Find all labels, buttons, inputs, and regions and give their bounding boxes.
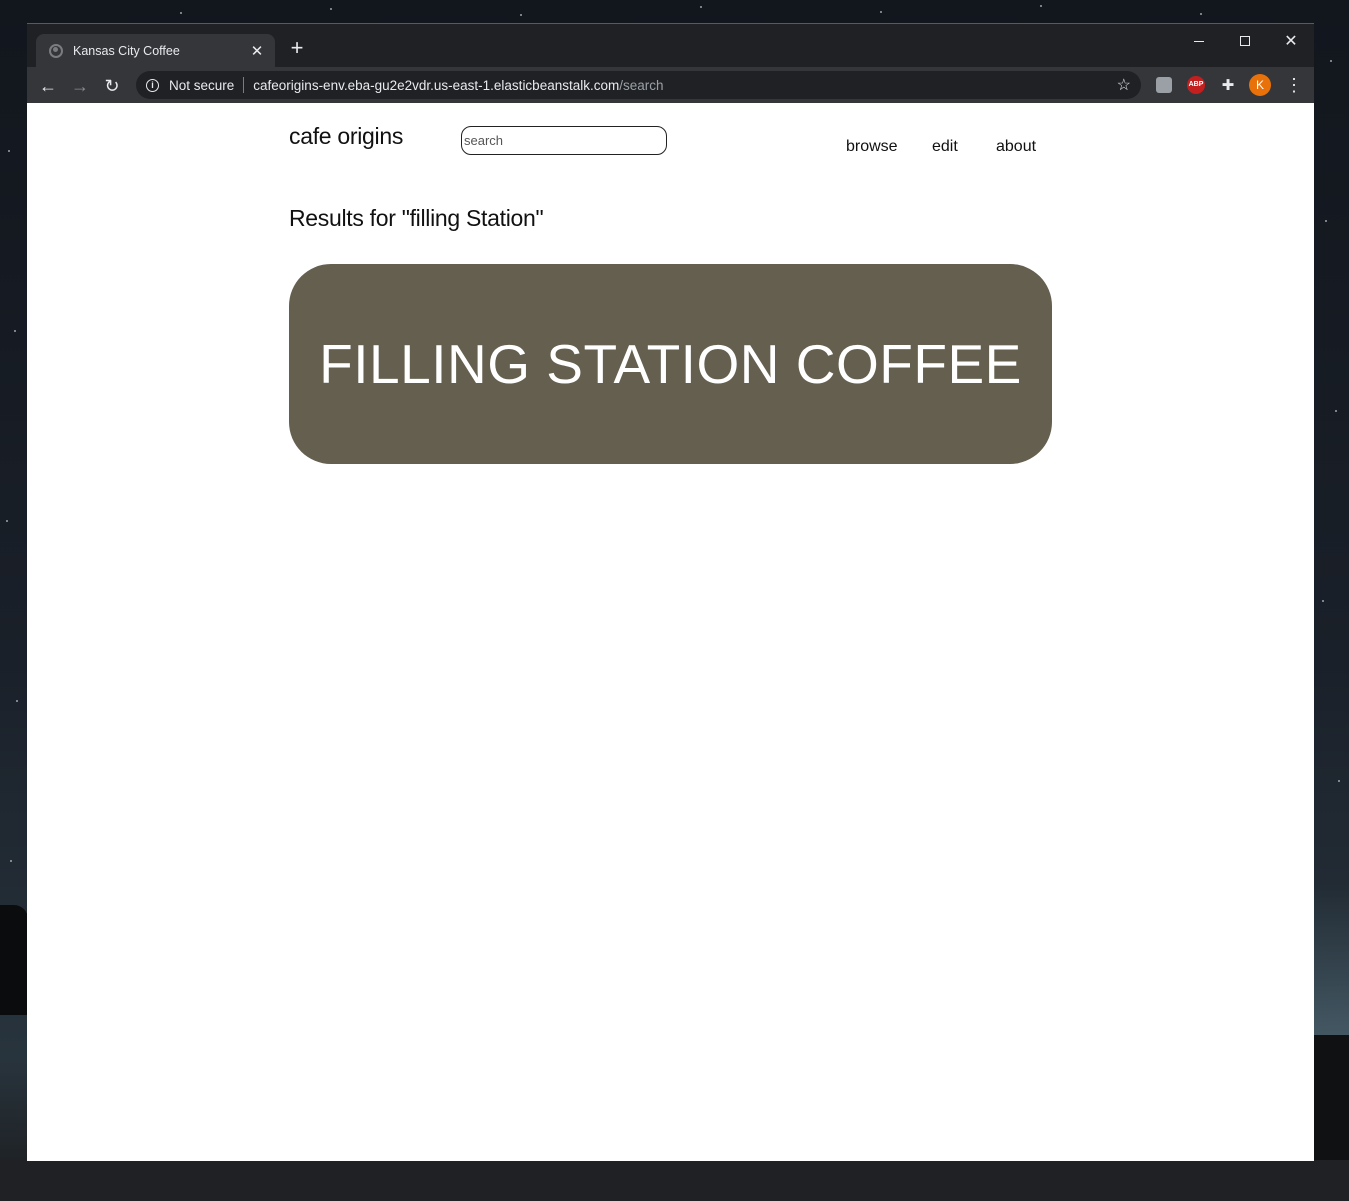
browser-toolbar: ← → ↻ i Not secure cafeorigins-env.eba-g…	[27, 67, 1314, 103]
minimize-icon	[1194, 40, 1204, 42]
arrow-left-icon: ←	[39, 76, 57, 96]
back-button[interactable]: ←	[35, 73, 61, 99]
new-tab-button[interactable]: +	[286, 37, 308, 59]
tab-close-icon[interactable]: ✕	[245, 42, 269, 60]
browser-titlebar: Kansas City Coffee ✕ + ✕	[27, 24, 1314, 67]
extensions-puzzle-icon[interactable]: ✚	[1218, 75, 1238, 95]
browser-tab[interactable]: Kansas City Coffee ✕	[36, 34, 275, 67]
nav-edit-link[interactable]: edit	[932, 138, 958, 156]
minimize-button[interactable]	[1179, 29, 1219, 53]
reload-icon: ↻	[104, 76, 120, 96]
security-label[interactable]: Not secure	[169, 78, 234, 93]
forward-button[interactable]: →	[67, 73, 93, 99]
results-heading: Results for "filling Station"	[289, 205, 544, 231]
globe-icon	[49, 43, 63, 58]
maximize-button[interactable]	[1225, 29, 1265, 53]
nav-browse-link[interactable]: browse	[846, 138, 898, 156]
nav-about-link[interactable]: about	[996, 138, 1036, 156]
url-path[interactable]: /search	[619, 78, 663, 93]
close-window-button[interactable]: ✕	[1271, 29, 1311, 53]
adblock-extension-button[interactable]: ABP	[1186, 75, 1206, 95]
page-content: cafe origins browse edit about Results f…	[27, 104, 1314, 1161]
result-card[interactable]: FILLING STATION COFFEE	[289, 264, 1052, 464]
maximize-icon	[1240, 36, 1250, 46]
divider	[243, 77, 245, 93]
search-input[interactable]	[461, 126, 667, 155]
profile-avatar[interactable]: K	[1249, 74, 1271, 96]
extension-badge-icon	[1156, 77, 1172, 93]
info-icon[interactable]: i	[146, 78, 159, 92]
url-host[interactable]: cafeorigins-env.eba-gu2e2vdr.us-east-1.e…	[253, 78, 619, 93]
more-menu-icon[interactable]: ⋮	[1285, 73, 1303, 97]
tab-title: Kansas City Coffee	[73, 43, 180, 58]
bookmark-star-icon[interactable]: ☆	[1117, 75, 1131, 95]
close-icon: ✕	[1284, 33, 1298, 50]
desktop-bottom-strip	[0, 1160, 1349, 1201]
extension-icon[interactable]	[1154, 75, 1174, 95]
reload-button[interactable]: ↻	[99, 73, 125, 99]
result-card-title: FILLING STATION COFFEE	[319, 333, 1022, 395]
silhouette-figure	[0, 905, 28, 1015]
arrow-right-icon: →	[71, 76, 89, 96]
site-logo[interactable]: cafe origins	[289, 123, 403, 150]
address-bar[interactable]: i Not secure cafeorigins-env.eba-gu2e2vd…	[136, 71, 1141, 99]
browser-window: Kansas City Coffee ✕ + ✕ ← → ↻ i Not sec…	[27, 23, 1314, 1161]
adblock-icon: ABP	[1187, 76, 1205, 94]
